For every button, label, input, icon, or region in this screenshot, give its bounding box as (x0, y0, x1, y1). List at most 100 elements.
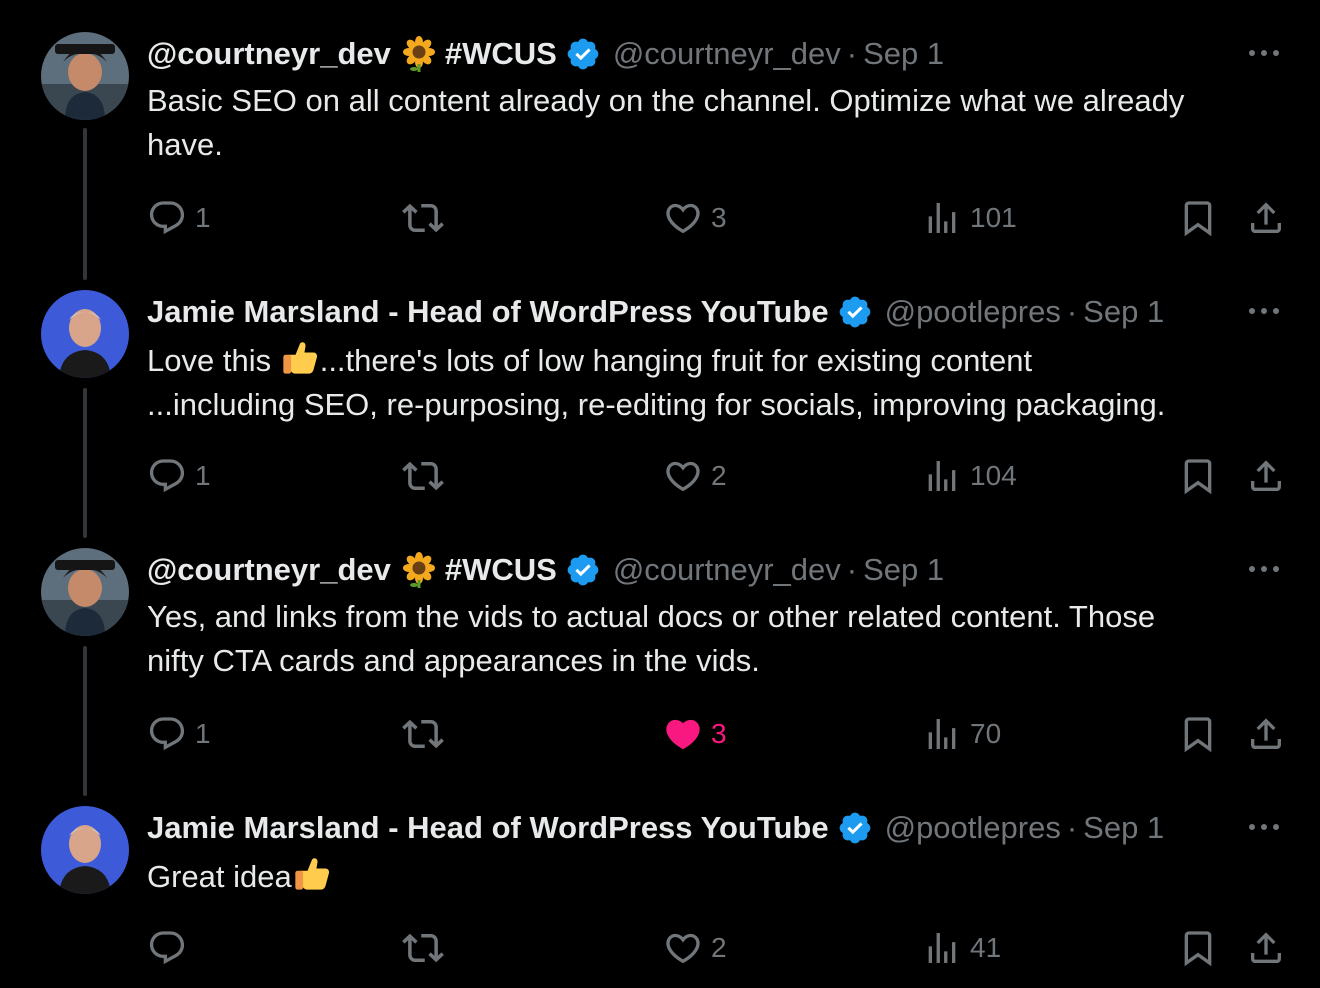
tweet-text-line: ...including SEO, re-purposing, re-editi… (147, 387, 1166, 422)
share-icon (1251, 932, 1281, 963)
separator-dot: · (846, 36, 858, 71)
repost-button[interactable] (402, 926, 444, 970)
repost-icon (402, 933, 444, 963)
share-icon (1251, 202, 1281, 233)
sunflower-icon (401, 552, 437, 588)
tweet-text: Great idea (147, 853, 1287, 899)
repost-button[interactable] (402, 712, 444, 756)
views-icon (928, 203, 956, 233)
views-icon (928, 461, 956, 491)
tweet-date[interactable]: Sep 1 (863, 36, 944, 72)
tweet-text-line: Love this ...there's lots of low hanging… (147, 337, 1287, 383)
heart-filled-icon (666, 719, 700, 750)
tweet-text-line: have. (147, 127, 223, 162)
bookmark-button[interactable] (1178, 926, 1218, 970)
author-name[interactable]: Jamie Marsland - Head of WordPress YouTu… (147, 810, 829, 846)
views-button[interactable]: 101 (922, 196, 1017, 240)
view-count: 104 (970, 460, 1017, 491)
avatar[interactable] (41, 32, 129, 120)
tweet-text: Basic SEO on all content already on the … (147, 79, 1287, 167)
verified-badge-icon[interactable] (565, 36, 601, 72)
views-icon (928, 933, 956, 963)
bookmark-icon (1184, 931, 1212, 967)
tweet-text-line: Basic SEO on all content already on the … (147, 83, 1185, 118)
tweet-text-line: Great idea (147, 853, 1287, 899)
tweet-text-part: Great idea (147, 859, 292, 894)
share-button[interactable] (1246, 454, 1286, 498)
separator-dot: · (1066, 294, 1078, 329)
bookmark-icon (1184, 201, 1212, 237)
tweet-text-line: Yes, and links from the vids to actual d… (147, 599, 1156, 634)
repost-icon (402, 203, 444, 233)
like-button[interactable]: 3 (663, 196, 727, 240)
like-count: 3 (711, 202, 727, 233)
reply-icon (149, 931, 185, 965)
reply-icon (149, 459, 185, 493)
tweet-text-part: Love this (147, 343, 280, 378)
views-button[interactable]: 70 (922, 712, 1001, 756)
like-button[interactable]: 2 (663, 454, 727, 498)
heart-icon (666, 461, 700, 492)
tweet-date[interactable]: Sep 1 (1083, 810, 1164, 846)
verified-badge-icon[interactable] (837, 294, 873, 330)
reply-count: 1 (195, 202, 211, 233)
repost-button[interactable] (402, 196, 444, 240)
reply-button[interactable]: 1 (147, 196, 211, 240)
author-handle[interactable]: @courtneyr_dev (613, 552, 841, 588)
author-handle[interactable]: @pootlepres (885, 810, 1061, 846)
avatar[interactable] (41, 806, 129, 894)
reply-button[interactable]: 1 (147, 712, 211, 756)
author-name[interactable]: @courtneyr_dev (147, 36, 391, 72)
repost-icon (402, 461, 444, 491)
reply-icon (149, 201, 185, 235)
separator-dot: · (846, 552, 858, 587)
reply-count: 1 (195, 718, 211, 749)
bookmark-icon (1184, 459, 1212, 495)
tweet-text: Yes, and links from the vids to actual d… (147, 595, 1287, 683)
thumbs-up-icon (295, 858, 329, 890)
more-options-icon[interactable] (1246, 812, 1282, 842)
author-handle[interactable]: @pootlepres (885, 294, 1061, 330)
more-options-icon[interactable] (1246, 554, 1282, 584)
tweet-date[interactable]: Sep 1 (863, 552, 944, 588)
like-count: 2 (711, 932, 727, 963)
bookmark-button[interactable] (1178, 712, 1218, 756)
heart-icon (666, 933, 700, 964)
views-icon (928, 719, 956, 749)
share-button[interactable] (1246, 196, 1286, 240)
reply-button[interactable]: 1 (147, 454, 211, 498)
hashtag[interactable]: #WCUS (445, 552, 557, 588)
thumbs-up-icon (283, 342, 317, 374)
bookmark-button[interactable] (1178, 196, 1218, 240)
hashtag[interactable]: #WCUS (445, 36, 557, 72)
tweet-text-line: nifty CTA cards and appearances in the v… (147, 643, 760, 678)
separator-dot: · (1066, 810, 1078, 845)
author-handle[interactable]: @courtneyr_dev (613, 36, 841, 72)
share-icon (1251, 460, 1281, 491)
author-name[interactable]: Jamie Marsland - Head of WordPress YouTu… (147, 294, 829, 330)
like-count: 3 (711, 718, 727, 749)
share-icon (1251, 718, 1281, 749)
bookmark-icon (1184, 717, 1212, 753)
reply-button[interactable] (147, 926, 195, 970)
repost-button[interactable] (402, 454, 444, 498)
verified-badge-icon[interactable] (837, 810, 873, 846)
avatar[interactable] (41, 548, 129, 636)
more-options-icon[interactable] (1246, 38, 1282, 68)
avatar[interactable] (41, 290, 129, 378)
tweet-actions: 1 2 104 (0, 454, 1320, 498)
bookmark-button[interactable] (1178, 454, 1218, 498)
views-button[interactable]: 41 (922, 926, 1001, 970)
tweet-actions: 1 3 70 (0, 712, 1320, 756)
tweet-date[interactable]: Sep 1 (1083, 294, 1164, 330)
share-button[interactable] (1246, 926, 1286, 970)
like-button[interactable]: 3 (663, 712, 727, 756)
views-button[interactable]: 104 (922, 454, 1017, 498)
verified-badge-icon[interactable] (565, 552, 601, 588)
author-name[interactable]: @courtneyr_dev (147, 552, 391, 588)
tweet-actions: 1 3 101 (0, 196, 1320, 240)
more-options-icon[interactable] (1246, 296, 1282, 326)
share-button[interactable] (1246, 712, 1286, 756)
tweet-actions: 2 41 (0, 926, 1320, 970)
like-button[interactable]: 2 (663, 926, 727, 970)
